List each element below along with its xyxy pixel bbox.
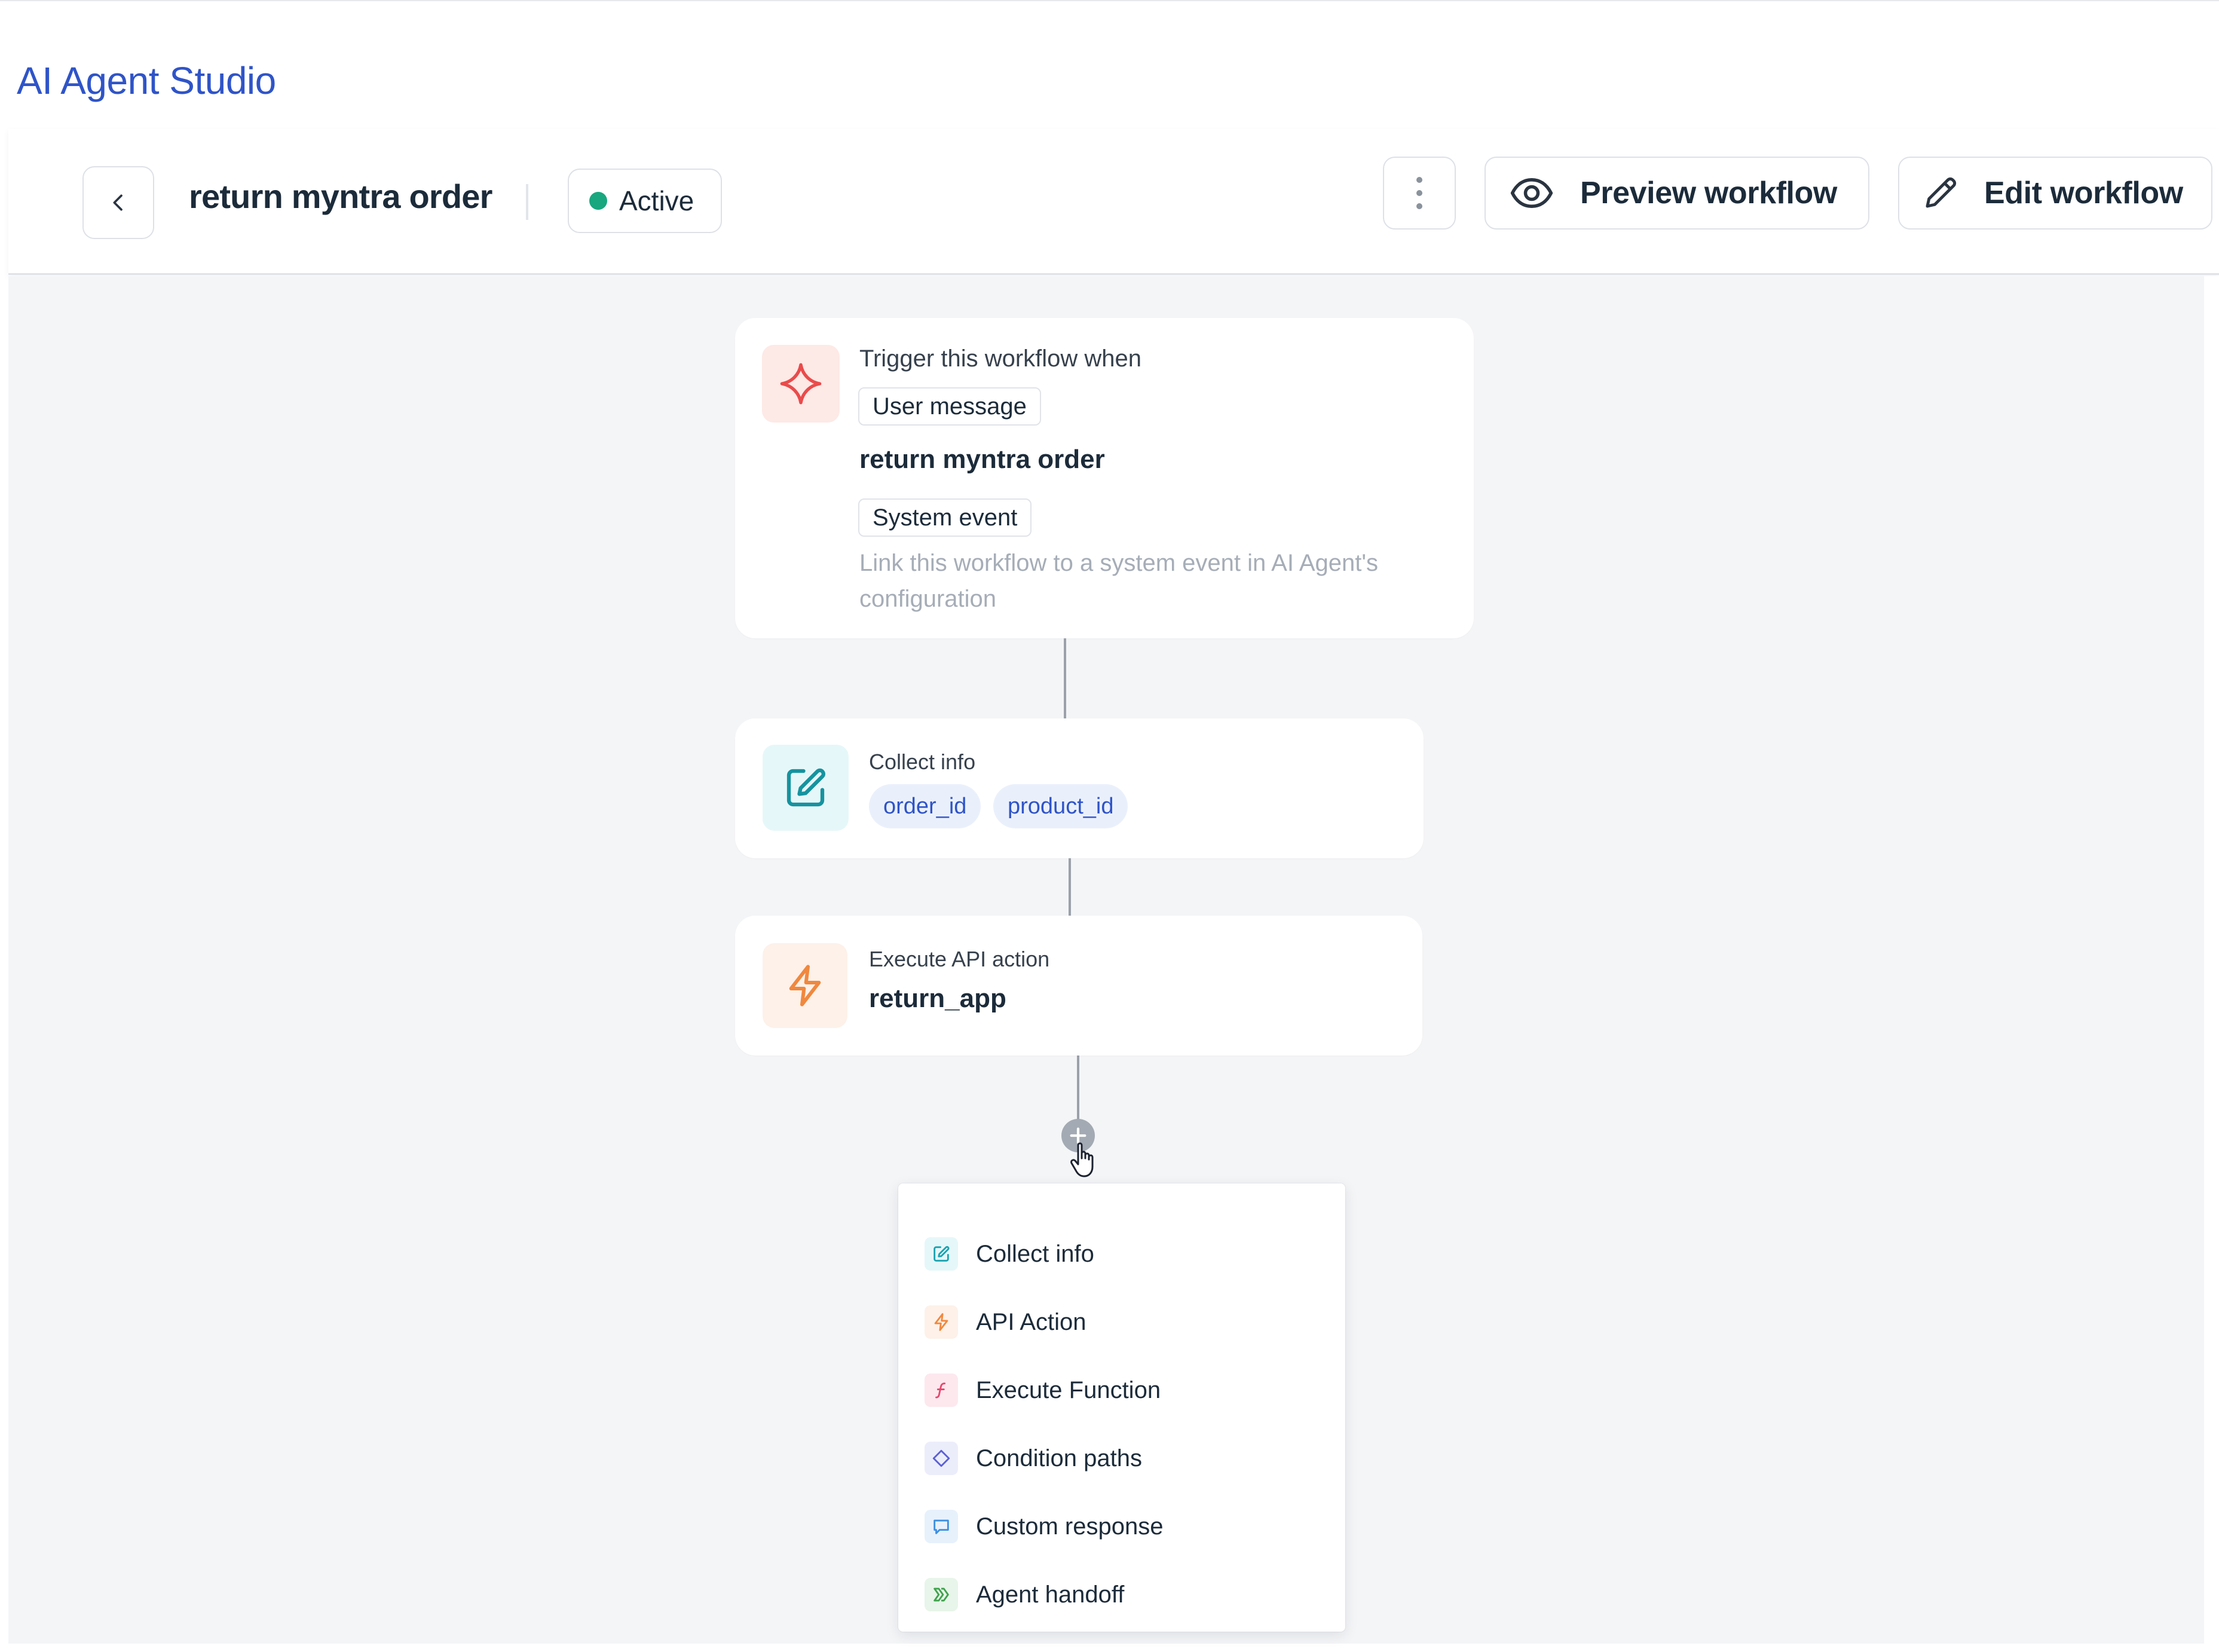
canvas-edge xyxy=(2204,276,2219,1340)
chevron-left-icon xyxy=(106,191,130,215)
menu-item-execute-function[interactable]: Execute Function xyxy=(925,1366,1161,1414)
menu-item-label: Execute Function xyxy=(976,1376,1161,1403)
connector-line xyxy=(1064,638,1066,718)
menu-item-label: API Action xyxy=(976,1308,1086,1335)
more-options-button[interactable] xyxy=(1383,157,1456,230)
status-dot xyxy=(589,192,607,210)
collect-info-icon-box xyxy=(763,745,849,831)
edit-square-icon xyxy=(781,763,831,813)
connector-line xyxy=(1077,1056,1079,1125)
trigger-phrase: return myntra order xyxy=(859,445,1105,474)
edit-workflow-button[interactable]: Edit workflow xyxy=(1898,157,2212,230)
trigger-icon-box xyxy=(762,345,840,423)
menu-item-label: Collect info xyxy=(976,1240,1094,1267)
status-label: Active xyxy=(619,185,694,216)
lightning-icon xyxy=(925,1305,958,1339)
preview-workflow-label: Preview workflow xyxy=(1580,176,1837,210)
add-step-menu: Collect info API Action Execute Function… xyxy=(898,1183,1345,1632)
workflow-title: return myntra order xyxy=(189,178,492,215)
menu-item-label: Custom response xyxy=(976,1513,1164,1540)
menu-item-collect-info[interactable]: Collect info xyxy=(925,1230,1094,1278)
eye-icon xyxy=(1510,171,1554,215)
chat-bubble-icon xyxy=(925,1510,958,1543)
brand-title[interactable]: AI Agent Studio xyxy=(17,59,276,103)
lightning-icon xyxy=(781,962,829,1009)
vertical-dots-icon xyxy=(1415,174,1424,212)
edit-workflow-label: Edit workflow xyxy=(1984,176,2183,210)
sparkle-icon xyxy=(778,361,824,406)
edit-square-icon xyxy=(925,1237,958,1271)
pencil-icon xyxy=(1921,173,1960,213)
menu-item-condition-paths[interactable]: Condition paths xyxy=(925,1434,1142,1482)
menu-item-agent-handoff[interactable]: Agent handoff xyxy=(925,1571,1124,1619)
title-divider xyxy=(526,184,528,220)
menu-item-custom-response[interactable]: Custom response xyxy=(925,1503,1163,1550)
back-button[interactable] xyxy=(82,166,154,239)
preview-workflow-button[interactable]: Preview workflow xyxy=(1485,157,1869,230)
connector-line xyxy=(1069,858,1071,916)
menu-item-label: Agent handoff xyxy=(976,1581,1125,1608)
system-event-tag: System event xyxy=(858,498,1032,537)
field-chip-order-id: order_id xyxy=(869,784,981,828)
api-action-name: return_app xyxy=(869,984,1006,1013)
field-chip-product-id: product_id xyxy=(993,784,1128,828)
handoff-arrows-icon xyxy=(925,1578,958,1611)
diamond-icon xyxy=(925,1442,958,1475)
menu-item-label: Condition paths xyxy=(976,1445,1142,1471)
api-action-heading: Execute API action xyxy=(869,947,1050,971)
menu-item-api-action[interactable]: API Action xyxy=(925,1298,1086,1346)
app-bar xyxy=(0,0,2219,128)
collect-info-heading: Collect info xyxy=(869,749,976,774)
system-event-note: Link this workflow to a system event in … xyxy=(859,550,1379,612)
api-action-icon-box xyxy=(763,943,847,1028)
user-message-tag: User message xyxy=(858,387,1041,426)
status-badge: Active xyxy=(568,169,722,233)
trigger-heading: Trigger this workflow when xyxy=(859,345,1142,372)
hand-pointer-cursor-icon xyxy=(1069,1140,1102,1181)
function-icon xyxy=(925,1373,958,1407)
